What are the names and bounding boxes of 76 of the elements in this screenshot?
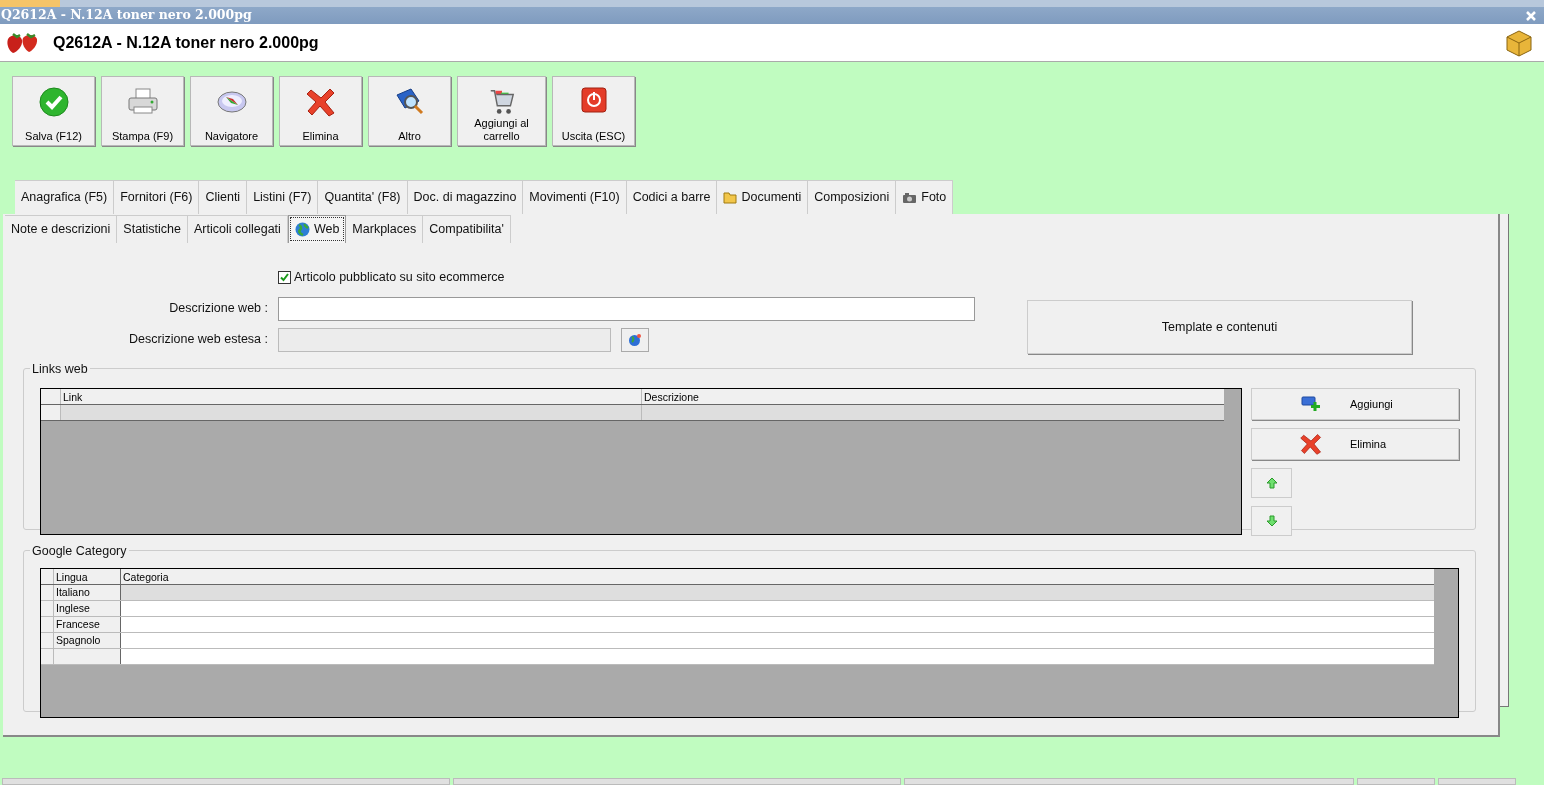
grid-row[interactable]: Italiano xyxy=(41,585,1434,601)
toolbar-button[interactable]: Stampa (F9) xyxy=(101,76,184,146)
grid-action-button[interactable]: Aggiungi xyxy=(1251,388,1459,420)
add-screen-icon xyxy=(1301,396,1321,412)
printer-icon xyxy=(126,87,159,117)
item-title: Q2612A - N.12A toner nero 2.000pg xyxy=(53,32,319,53)
book-magnifier-icon xyxy=(393,87,426,117)
camera-icon xyxy=(902,191,918,204)
tab[interactable]: Markplaces xyxy=(346,215,424,243)
language-cell: Italiano xyxy=(54,585,121,600)
grid-action-button[interactable]: Elimina xyxy=(1251,428,1459,460)
tab[interactable]: Web xyxy=(287,215,347,243)
field-label: Descrizione web estesa : xyxy=(128,331,268,349)
grid-row[interactable]: Inglese xyxy=(41,601,1434,617)
web-editor-button[interactable] xyxy=(621,327,649,352)
cross-icon xyxy=(1300,433,1322,455)
language-cell xyxy=(54,649,121,664)
globe-icon xyxy=(294,222,310,237)
folder-icon xyxy=(723,191,738,204)
tab[interactable]: Compatibilita' xyxy=(423,215,511,243)
tab[interactable]: Documenti xyxy=(717,180,809,214)
row-header[interactable] xyxy=(41,617,54,632)
close-icon[interactable] xyxy=(1526,10,1536,21)
grid-row[interactable]: Spagnolo xyxy=(41,633,1434,649)
column-header[interactable]: Link xyxy=(61,389,642,404)
language-cell: Spagnolo xyxy=(54,633,121,648)
tab[interactable]: Doc. di magazzino xyxy=(407,180,524,214)
grid-row[interactable] xyxy=(41,649,1434,665)
toolbar-button[interactable]: Navigatore xyxy=(190,76,273,146)
tab[interactable]: Fornitori (F6) xyxy=(114,180,200,214)
tab[interactable]: Foto xyxy=(896,180,954,214)
text-field[interactable] xyxy=(278,296,975,321)
check-icon xyxy=(38,87,69,117)
taskbar-tab[interactable] xyxy=(0,0,60,7)
column-header[interactable]: Descrizione xyxy=(642,389,1224,404)
tab[interactable]: Note e descrizioni xyxy=(5,215,118,243)
move-down-button[interactable] xyxy=(1251,506,1292,536)
tab[interactable]: Articoli collegati xyxy=(188,215,288,243)
toolbar-button[interactable]: Elimina xyxy=(279,76,362,146)
cross-icon xyxy=(305,87,336,117)
power-icon xyxy=(580,87,607,113)
row-header[interactable] xyxy=(41,633,54,648)
down-arrow-icon xyxy=(1265,515,1278,527)
tab[interactable]: Listini (F7) xyxy=(247,180,319,214)
move-up-button[interactable] xyxy=(1251,468,1292,498)
checkbox-label: Articolo pubblicato su sito ecommerce xyxy=(294,268,505,286)
grid-row[interactable]: Francese xyxy=(41,617,1434,633)
tab[interactable]: Quantita' (F8) xyxy=(318,180,408,214)
tab[interactable]: Codici a barre xyxy=(626,180,718,214)
grid-row[interactable] xyxy=(41,405,1224,421)
column-header[interactable]: Lingua xyxy=(54,569,121,584)
up-arrow-icon xyxy=(1265,477,1278,489)
tab[interactable]: Clienti xyxy=(199,180,248,214)
row-header[interactable] xyxy=(41,585,54,600)
template-button[interactable]: Template e contenuti xyxy=(1027,300,1412,354)
group-title: Links web xyxy=(32,362,88,376)
row-header[interactable] xyxy=(41,405,61,420)
language-cell: Francese xyxy=(54,617,121,632)
globe-icon xyxy=(628,332,642,347)
tab[interactable]: Statistiche xyxy=(117,215,189,243)
toolbar-button[interactable]: Aggiungi al carrello xyxy=(457,76,546,146)
group-title: Google Category xyxy=(32,544,127,558)
toolbar-button[interactable]: Altro xyxy=(368,76,451,146)
row-header[interactable] xyxy=(41,649,54,664)
tab[interactable]: Movimenti (F10) xyxy=(523,180,627,214)
tab[interactable]: Composizioni xyxy=(808,180,897,214)
tab[interactable]: Anagrafica (F5) xyxy=(15,180,115,214)
row-header[interactable] xyxy=(41,601,54,616)
window-title: Q2612A - N.12A toner nero 2.000pg xyxy=(1,9,252,22)
check-icon xyxy=(280,272,289,282)
toolbar-button[interactable]: Uscita (ESC) xyxy=(552,76,635,146)
toolbar-button[interactable]: Salva (F12) xyxy=(12,76,95,146)
language-cell: Inglese xyxy=(54,601,121,616)
checkbox[interactable] xyxy=(278,270,291,284)
field-label: Descrizione web : xyxy=(168,300,268,318)
column-header[interactable]: Categoria xyxy=(121,569,1434,584)
